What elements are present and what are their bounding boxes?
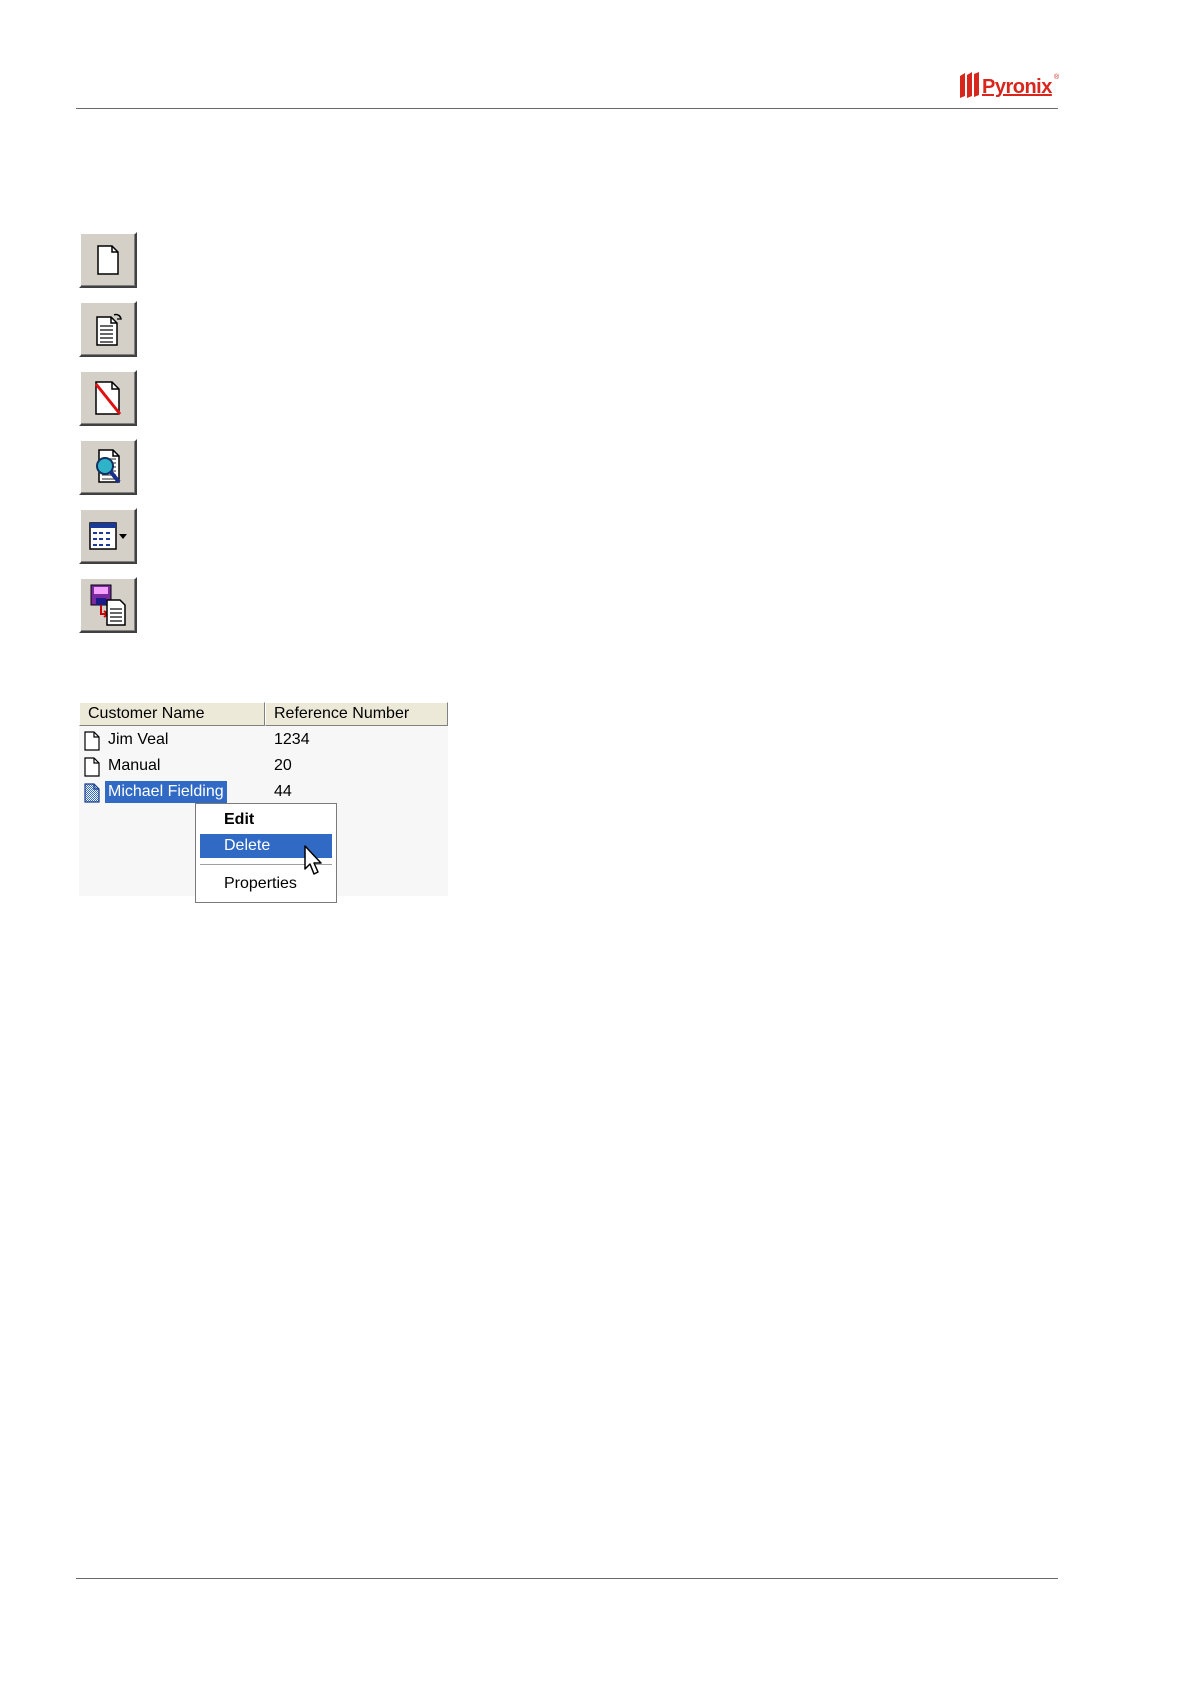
- save-customer-button[interactable]: [79, 577, 137, 633]
- logo-wordmark: Pyronix: [982, 76, 1052, 98]
- view-options-icon: [89, 522, 127, 550]
- reference-number: 44: [274, 783, 292, 800]
- header-rule: [76, 108, 1058, 109]
- delete-document-icon: [94, 381, 122, 415]
- document-icon: [84, 731, 100, 751]
- search-document-icon: [96, 449, 121, 484]
- new-customer-button[interactable]: [79, 232, 137, 288]
- customer-name: Manual: [108, 757, 161, 774]
- chevron-down-icon: [119, 534, 127, 539]
- new-document-icon: [97, 245, 119, 275]
- customer-name: Jim Veal: [108, 731, 169, 748]
- column-header-reference-number[interactable]: Reference Number: [265, 702, 448, 726]
- delete-customer-button[interactable]: [79, 370, 137, 426]
- column-header-customer-name[interactable]: Customer Name: [79, 702, 265, 726]
- list-item[interactable]: Jim Veal 1234: [79, 728, 448, 754]
- reference-number: 20: [274, 757, 292, 774]
- reference-number: 1234: [274, 731, 310, 748]
- footer-rule: [76, 1578, 1058, 1579]
- mouse-cursor-icon: [304, 845, 322, 875]
- save-document-icon: [90, 584, 126, 626]
- menu-item-edit[interactable]: Edit: [200, 808, 332, 832]
- view-options-button[interactable]: [79, 508, 137, 564]
- document-icon: [84, 757, 100, 777]
- registered-mark: ®: [1054, 74, 1060, 81]
- pyronix-mark-icon: [960, 72, 979, 98]
- edit-customer-button[interactable]: [79, 301, 137, 357]
- customer-name: Michael Fielding: [105, 781, 227, 803]
- list-item[interactable]: Manual 20: [79, 754, 448, 780]
- document-icon: [84, 783, 100, 803]
- pyronix-logo: Pyronix ®: [958, 70, 1060, 104]
- edit-document-icon: [96, 313, 122, 346]
- search-customer-button[interactable]: [79, 439, 137, 495]
